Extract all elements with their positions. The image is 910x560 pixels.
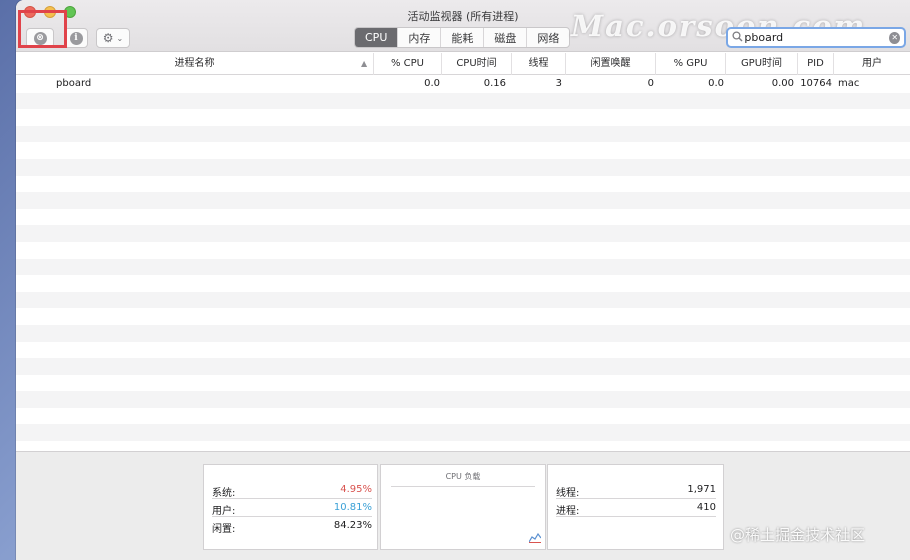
sort-ascending-icon[interactable]: ▲ (361, 53, 367, 75)
cell-gpu-percent: 0.0 (708, 78, 724, 89)
table-row-empty (16, 125, 910, 143)
column-header-cpu-percent[interactable]: % CPU (374, 53, 442, 75)
table-row-empty (16, 342, 910, 359)
tab-energy[interactable]: 能耗 (441, 28, 485, 47)
stat-threads-label: 线程: (556, 488, 580, 499)
view-tabs: CPU 内存 能耗 磁盘 网络 (354, 27, 571, 48)
cpu-load-title: CPU 负载 (445, 472, 481, 481)
stop-icon: ⊗ (33, 31, 47, 45)
tab-network[interactable]: 网络 (527, 28, 569, 47)
source-watermark: @稀土掘金技术社区 (730, 526, 866, 544)
stat-system-value: 4.95% (340, 484, 372, 495)
activity-monitor-window: 活动监视器 (所有进程) ⊗ i ⚙ ⌄ CPU 内存 能耗 磁盘 网络 Mac… (16, 0, 910, 560)
column-header-gpu-percent[interactable]: % GPU (656, 53, 726, 75)
tab-disk[interactable]: 磁盘 (484, 28, 528, 47)
table-row-empty (16, 209, 910, 226)
gear-icon: ⚙ (102, 31, 114, 45)
cpu-usage-panel: 系统: 4.95% 用户: 10.81% 闲置: 84.23% (203, 464, 378, 550)
stat-user: 用户: 10.81% (212, 499, 372, 517)
table-row-empty (16, 192, 910, 209)
stop-process-button[interactable]: ⊗ (26, 28, 54, 48)
column-header-threads[interactable]: 线程 (512, 53, 566, 75)
stat-system-label: 系统: (212, 488, 236, 499)
table-row-empty (16, 308, 910, 325)
cell-cpu-time: 0.16 (483, 78, 506, 89)
cell-gpu-time: 0.00 (771, 78, 794, 89)
cpu-load-panel: CPU 负载 (380, 464, 546, 550)
stat-idle-label: 闲置: (212, 524, 236, 535)
chevron-down-icon: ⌄ (116, 33, 124, 43)
table-row-empty (16, 176, 910, 193)
cpu-load-divider (391, 486, 535, 487)
column-header-user[interactable]: 用户 (834, 53, 910, 75)
column-header-process-name[interactable]: 进程名称 (16, 53, 374, 75)
cell-pid: 10764 (800, 78, 832, 89)
table-row-empty (16, 275, 910, 292)
stat-idle: 闲置: 84.23% (212, 517, 372, 535)
table-row-empty (16, 291, 910, 309)
table-row-empty (16, 391, 910, 408)
table-row-empty (16, 358, 910, 375)
table-row-empty (16, 158, 910, 176)
column-header-row: 进程名称 ▲ % CPU CPU时间 线程 闲置唤醒 % GPU GPU时间 P… (16, 53, 910, 75)
column-header-pid[interactable]: PID (798, 53, 834, 75)
stat-user-value: 10.81% (333, 502, 372, 513)
stat-idle-value: 84.23% (333, 520, 372, 531)
inspect-process-button[interactable]: i (64, 28, 88, 48)
stat-threads: 线程: 1,971 (556, 481, 716, 499)
table-row-empty (16, 92, 910, 110)
table-row[interactable]: pboard 0.0 0.16 3 0 0.0 0.00 10764 mac (16, 76, 910, 93)
stat-processes: 进程: 410 (556, 499, 716, 517)
tab-memory[interactable]: 内存 (398, 28, 442, 47)
stat-processes-label: 进程: (556, 506, 580, 517)
cell-process-name: pboard (56, 78, 92, 89)
table-row-empty (16, 408, 910, 425)
process-count-panel: 线程: 1,971 进程: 410 (547, 464, 724, 550)
clear-search-icon[interactable]: ✕ (889, 31, 900, 44)
column-header-gpu-time[interactable]: GPU时间 (726, 53, 798, 75)
search-icon (732, 30, 744, 45)
stat-user-label: 用户: (212, 506, 236, 517)
stat-processes-value: 410 (696, 502, 716, 513)
table-row-empty (16, 424, 910, 442)
action-menu-button[interactable]: ⚙ ⌄ (96, 28, 130, 48)
table-row-empty (16, 142, 910, 159)
column-header-cpu-time[interactable]: CPU时间 (442, 53, 512, 75)
table-row-empty (16, 109, 910, 126)
cell-user: mac (838, 78, 860, 89)
column-header-idle-wakeups[interactable]: 闲置唤醒 (566, 53, 656, 75)
table-row-empty (16, 258, 910, 276)
cell-idle-wakeups: 0 (647, 78, 654, 89)
stat-system: 系统: 4.95% (212, 481, 372, 499)
graph-icon (528, 532, 542, 546)
search-field[interactable]: ✕ (726, 27, 906, 48)
tab-cpu[interactable]: CPU (355, 28, 399, 47)
info-icon: i (69, 31, 83, 45)
search-input[interactable] (744, 29, 890, 46)
table-row-empty (16, 375, 910, 392)
cell-cpu-percent: 0.0 (424, 78, 440, 89)
titlebar: 活动监视器 (所有进程) ⊗ i ⚙ ⌄ CPU 内存 能耗 磁盘 网络 Mac… (16, 0, 910, 52)
table-row-empty (16, 225, 910, 242)
table-row-empty (16, 324, 910, 342)
process-table: pboard 0.0 0.16 3 0 0.0 0.00 10764 mac (16, 76, 910, 451)
stat-threads-value: 1,971 (687, 484, 716, 495)
cell-threads: 3 (555, 78, 562, 89)
table-row-empty (16, 242, 910, 259)
